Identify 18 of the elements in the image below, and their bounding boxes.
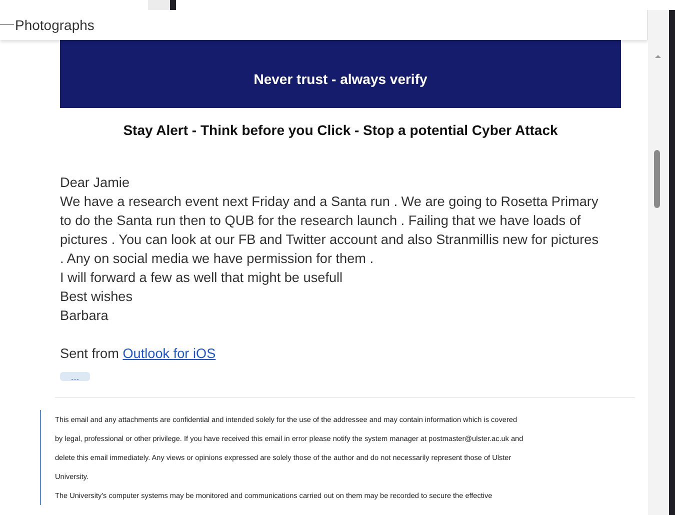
scroll-up-icon[interactable] [655, 55, 661, 58]
body-line: . Any on social media we have permission for them . [60, 250, 375, 268]
body-line: I will forward a few as well that might be usefull [60, 269, 344, 287]
banner-text: Never trust - always verify [254, 71, 428, 87]
body-line: Barbara [60, 307, 110, 325]
scroll-thumb[interactable] [654, 150, 660, 208]
signature-text: Sent from Outlook for iOS [60, 345, 217, 363]
show-more-button[interactable]: … [60, 372, 90, 381]
scrollbar[interactable] [648, 10, 669, 515]
window-edge [170, 0, 176, 10]
email-subject: Photographs [15, 17, 94, 33]
body-line: to do the Santa run then to QUB for the research launch . Failing that we have loads of [60, 212, 582, 230]
body-line: We have a research event next Friday and a Santa run . We are going to Rosetta Primary [60, 193, 600, 211]
body-line: pictures . You can look at our FB and Twitter account and also Stranmillis new for pictures [60, 231, 600, 249]
body-line: Best wishes [60, 288, 134, 306]
body-line: Dear Jamie [60, 174, 131, 192]
outlook-link[interactable]: Outlook for iOS [122, 346, 216, 361]
alert-heading: Stay Alert - Think before you Click - Stop a potential Cyber Attack [122, 122, 559, 138]
